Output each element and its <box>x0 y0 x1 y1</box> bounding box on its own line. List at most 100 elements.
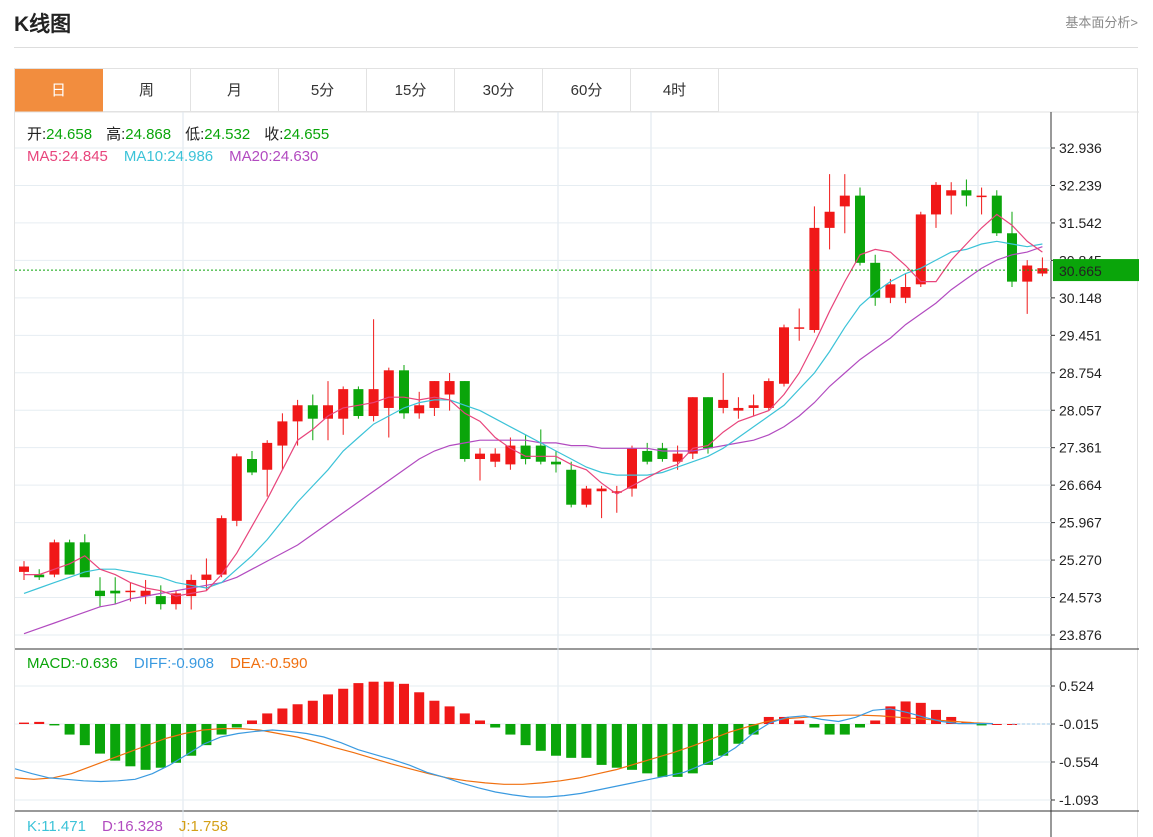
kdj-legend-1: 11.471 <box>41 818 86 835</box>
macd-bar-15 <box>247 720 257 724</box>
fundamental-analysis-link[interactable]: 基本面分析> <box>1065 12 1138 31</box>
candle-body-48 <box>748 405 759 408</box>
candle-body-65 <box>1007 233 1017 282</box>
candle-body-41 <box>642 450 653 462</box>
candle-body-55 <box>855 195 865 263</box>
price-tick-label-0: 32.936 <box>1059 140 1102 156</box>
kline-chart-panel: 日周月5分15分30分60分4时 32.93632.23931.54230.84… <box>14 68 1139 837</box>
macd-bar-28 <box>444 706 455 724</box>
candle-body-16 <box>262 442 273 470</box>
price-tick-label-2: 31.542 <box>1059 215 1102 231</box>
macd-bar-41 <box>642 724 653 774</box>
macd-bar-30 <box>475 720 485 724</box>
candle-body-26 <box>414 405 425 414</box>
macd-bar-42 <box>657 724 668 777</box>
candle-body-18 <box>292 405 303 422</box>
macd-bar-35 <box>551 724 561 756</box>
macd-tick-label-2: -0.554 <box>1059 754 1099 770</box>
ohlc-legend-2: 高: <box>106 126 125 143</box>
ma-legend-3: 24.986 <box>167 148 213 165</box>
price-tick-label-12: 24.573 <box>1059 590 1102 606</box>
macd-bar-59 <box>915 702 926 724</box>
candle-body-63 <box>976 195 987 198</box>
macd-bar-53 <box>824 724 835 735</box>
macd-bar-18 <box>292 704 303 724</box>
macd-bar-29 <box>459 713 470 724</box>
ohlc-legend-3: 24.868 <box>125 126 171 143</box>
candle-body-44 <box>687 397 698 454</box>
price-tick-label-7: 28.057 <box>1059 402 1102 418</box>
macd-bar-20 <box>323 694 333 724</box>
candle-body-61 <box>946 190 957 196</box>
price-tick-label-10: 25.967 <box>1059 515 1102 531</box>
candle-body-5 <box>95 590 105 597</box>
macd-bar-22 <box>353 683 364 724</box>
price-tick-label-4: 30.148 <box>1059 290 1102 306</box>
macd-bar-31 <box>490 724 501 728</box>
candle-body-53 <box>824 211 835 228</box>
candle-body-29 <box>459 381 470 460</box>
kdj-legend-2: D: <box>102 818 117 835</box>
price-tick-label-6: 28.754 <box>1059 365 1102 381</box>
macd-bar-55 <box>855 724 865 728</box>
candle-body-22 <box>353 389 364 417</box>
candle-body-66 <box>1022 265 1033 282</box>
macd-bar-16 <box>262 713 273 724</box>
candle-body-34 <box>535 445 546 462</box>
candle-body-37 <box>581 488 592 505</box>
ma5-line <box>24 213 1043 597</box>
kdj-legend-3: 16.328 <box>117 818 163 835</box>
ma20-line <box>23 246 1043 635</box>
macd-bar-19 <box>307 700 318 724</box>
macd-legend-5: -0.590 <box>265 655 308 672</box>
candle-body-46 <box>718 399 729 408</box>
macd-bar-37 <box>581 724 592 758</box>
candle-body-6 <box>110 590 121 594</box>
macd-bar-7 <box>125 724 136 767</box>
candle-body-59 <box>915 214 926 285</box>
macd-bar-46 <box>718 724 729 756</box>
macd-bar-45 <box>703 724 713 765</box>
page-title: K线图 <box>14 13 72 36</box>
ohlc-legend-6: 收: <box>264 126 283 143</box>
candle-body-19 <box>307 405 318 419</box>
macd-bar-4 <box>79 724 90 746</box>
current-price-label: 30.665 <box>1059 263 1102 279</box>
ma-legend-4: MA20: <box>229 148 272 165</box>
candle-body-17 <box>277 421 288 446</box>
candle-body-54 <box>839 195 850 207</box>
macd-bar-64 <box>991 724 1002 725</box>
candle-body-24 <box>383 370 394 408</box>
macd-bar-9 <box>155 724 166 768</box>
macd-bar-63 <box>976 724 987 726</box>
macd-bar-54 <box>839 724 850 735</box>
macd-tick-label-0: 0.524 <box>1059 678 1094 694</box>
macd-bar-60 <box>931 709 941 724</box>
macd-bar-24 <box>383 681 394 724</box>
macd-bar-5 <box>95 724 105 754</box>
macd-bar-51 <box>794 720 805 724</box>
macd-bar-32 <box>505 724 516 735</box>
candle-body-40 <box>627 448 637 489</box>
macd-legend-3: -0.908 <box>171 655 214 672</box>
price-tick-label-11: 25.270 <box>1059 552 1102 568</box>
macd-bar-1 <box>34 721 45 724</box>
macd-bar-33 <box>520 724 531 746</box>
kdj-legend-5: 1.758 <box>191 818 229 835</box>
ma-legend-2: MA10: <box>124 148 167 165</box>
macd-bar-27 <box>429 700 440 724</box>
macd-bar-56 <box>870 720 881 724</box>
candle-body-45 <box>703 397 713 449</box>
macd-legend-4: DEA: <box>230 655 265 672</box>
candle-body-51 <box>794 327 805 329</box>
candle-body-9 <box>155 596 166 605</box>
candle-body-50 <box>779 327 789 384</box>
kline-chart[interactable]: 32.93632.23931.54230.84530.14829.45128.7… <box>15 69 1139 837</box>
candle-body-38 <box>596 488 607 492</box>
macd-bar-3 <box>64 724 75 735</box>
macd-bar-47 <box>733 724 744 744</box>
candle-body-31 <box>490 453 501 462</box>
price-tick-label-13: 23.876 <box>1059 627 1102 643</box>
macd-bar-44 <box>687 724 698 774</box>
ohlc-legend-1: 24.658 <box>46 126 92 143</box>
